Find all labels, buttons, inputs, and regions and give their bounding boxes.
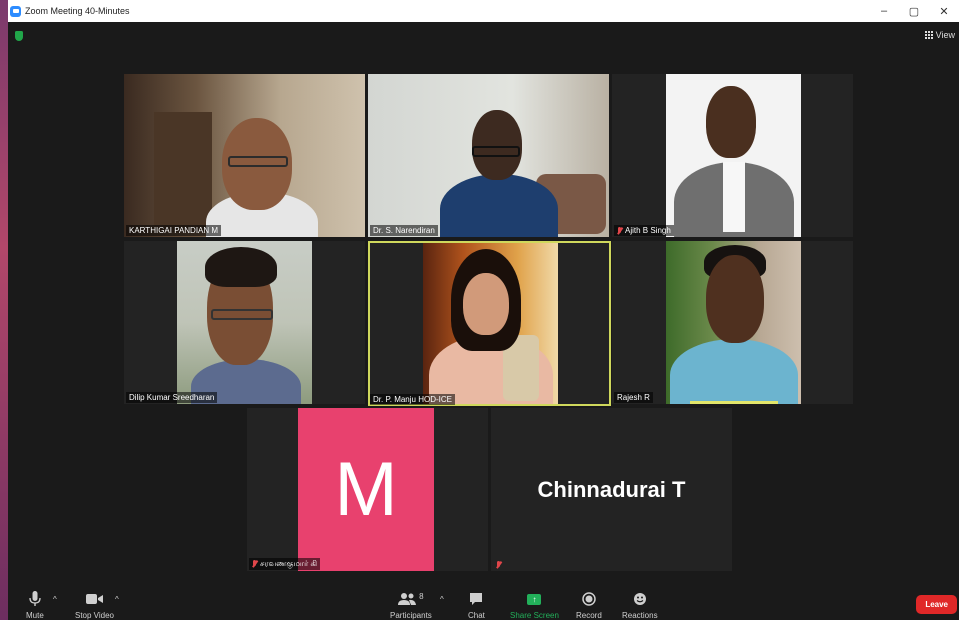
share-screen-button[interactable]: ↑ Share Screen [510, 590, 559, 620]
participant-name: Ajith B Singh [625, 226, 671, 235]
stop-video-label: Stop Video [75, 611, 114, 620]
participant-tile[interactable]: Dilip Kumar Sreedharan [124, 241, 365, 404]
participant-name: சரவணகுமார் கி [260, 559, 318, 568]
participants-options-caret[interactable]: ^ [440, 595, 444, 604]
participant-tile[interactable]: Dr. S. Narendiran [368, 74, 609, 237]
record-label: Record [576, 611, 602, 620]
person-head [706, 255, 764, 343]
grid-icon [924, 31, 933, 39]
participant-tile[interactable]: Rajesh R [612, 241, 853, 404]
meeting-toolbar: Mute ^ Stop Video ^ 8 Participants ^ Cha… [8, 582, 959, 620]
participant-tile[interactable]: KARTHIGAI PANDIAN M [124, 74, 365, 237]
window-title: Zoom Meeting 40-Minutes [25, 6, 130, 16]
participant-display-name: Chinnadurai T [537, 476, 686, 502]
video-feed [423, 243, 558, 404]
chat-icon [469, 590, 483, 608]
chat-button[interactable]: Chat [468, 590, 485, 620]
avatar: M [298, 408, 434, 571]
participant-tile[interactable]: Chinnadurai T [491, 408, 732, 571]
participant-name: Dr. S. Narendiran [373, 226, 435, 235]
glasses [472, 146, 520, 157]
participant-tile[interactable]: Ajith B Singh [612, 74, 853, 237]
participant-tile[interactable]: M சரவணகுமார் கி [247, 408, 488, 571]
video-options-caret[interactable]: ^ [115, 595, 119, 604]
microphone-icon [29, 590, 41, 608]
video-camera-icon [85, 590, 104, 608]
glasses [228, 156, 288, 167]
mute-label: Mute [26, 611, 44, 620]
glasses [211, 309, 273, 320]
share-screen-icon: ↑ [527, 590, 542, 608]
person-head [706, 86, 756, 158]
mic-muted-icon [252, 560, 257, 568]
record-icon [582, 590, 596, 608]
chat-label: Chat [468, 611, 485, 620]
reactions-button[interactable]: Reactions [622, 590, 658, 620]
avatar-letter: M [334, 447, 398, 532]
close-button[interactable]: ✕ [929, 0, 959, 22]
participant-name-label: Dr. S. Narendiran [370, 225, 438, 236]
shield-icon[interactable] [15, 31, 23, 41]
zoom-app-icon [10, 5, 21, 17]
stop-video-button[interactable]: Stop Video [75, 590, 114, 620]
participant-name-label: சரவணகுமார் கி [249, 558, 321, 570]
person-body [670, 339, 798, 404]
participant-name: Dilip Kumar Sreedharan [129, 393, 215, 402]
video-feed [666, 74, 801, 237]
participant-name-label: Ajith B Singh [614, 225, 674, 236]
person-body [440, 174, 558, 237]
hair [205, 247, 277, 287]
view-label: View [935, 30, 955, 40]
video-feed [368, 74, 609, 237]
maximize-button[interactable]: ▢ [899, 0, 929, 22]
reactions-label: Reactions [622, 611, 658, 620]
meeting-area: View KARTHIGAI PANDIAN M Dr. S. Narendir… [8, 22, 959, 620]
person-head [472, 110, 522, 180]
participants-button[interactable]: 8 Participants [390, 590, 432, 620]
participant-name-label [493, 560, 504, 570]
shirt [723, 162, 745, 232]
mic-muted-icon [617, 226, 622, 235]
participant-name-label: Dr. P. Manju HOD-ICE [370, 394, 455, 405]
participant-name: Dr. P. Manju HOD-ICE [373, 395, 452, 404]
view-button[interactable]: View [924, 30, 955, 40]
mute-button[interactable]: Mute [26, 590, 44, 620]
record-button[interactable]: Record [576, 590, 602, 620]
highlight-strip [690, 401, 778, 404]
mic-muted-icon [496, 561, 501, 569]
desktop-background [0, 0, 8, 620]
window-controls: – ▢ ✕ [869, 0, 959, 22]
share-screen-label: Share Screen [510, 611, 559, 620]
window-titlebar: Zoom Meeting 40-Minutes – ▢ ✕ [8, 0, 959, 23]
video-feed [666, 241, 801, 404]
mute-options-caret[interactable]: ^ [53, 595, 57, 604]
bookshelf [154, 112, 212, 232]
leave-button[interactable]: Leave [916, 595, 957, 614]
participants-icon: 8 [398, 590, 424, 608]
video-feed [124, 74, 365, 237]
participant-name-label: KARTHIGAI PANDIAN M [126, 225, 222, 236]
participant-name: KARTHIGAI PANDIAN M [129, 226, 219, 235]
smiley-icon [633, 590, 647, 608]
minimize-button[interactable]: – [869, 0, 899, 22]
participant-name-label: Dilip Kumar Sreedharan [126, 392, 218, 403]
participants-count: 8 [419, 591, 424, 601]
participants-label: Participants [390, 611, 432, 620]
participant-name: Rajesh R [617, 393, 650, 402]
participant-tile-active-speaker[interactable]: Dr. P. Manju HOD-ICE [368, 241, 611, 406]
video-feed [177, 241, 312, 404]
participant-name-label: Rajesh R [614, 392, 653, 403]
person-head [463, 273, 509, 335]
